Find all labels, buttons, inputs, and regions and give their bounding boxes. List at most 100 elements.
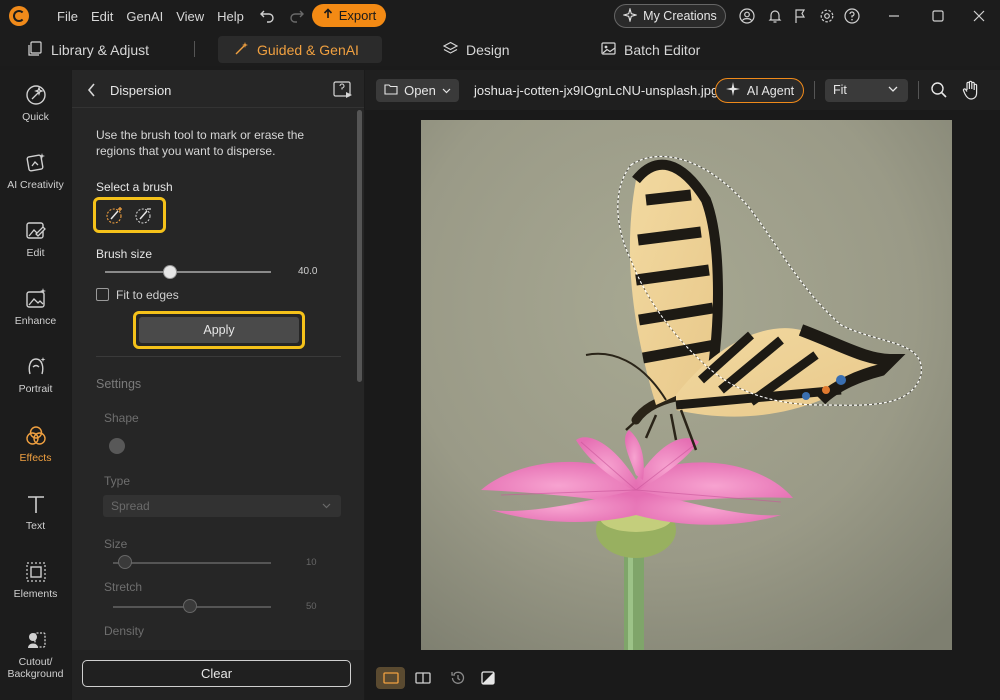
panel-scrollbar[interactable] [357, 110, 362, 382]
portrait-icon [24, 355, 48, 379]
title-bar: File Edit GenAI View Help Export My Crea… [0, 0, 1000, 32]
tab-library-adjust-label: Library & Adjust [51, 41, 150, 58]
single-view-icon[interactable] [376, 667, 405, 689]
library-icon [28, 40, 43, 59]
menu-edit[interactable]: Edit [91, 9, 113, 24]
rail-item-quick[interactable]: Quick [0, 83, 71, 123]
hand-pan-icon[interactable] [962, 80, 980, 103]
chevron-down-icon [442, 83, 451, 98]
fit-to-edges-checkbox[interactable] [96, 288, 109, 301]
export-button[interactable]: Export [312, 4, 386, 27]
layers-icon [442, 41, 459, 59]
rail-item-portrait[interactable]: Portrait [0, 355, 71, 395]
clear-button[interactable]: Clear [82, 660, 351, 687]
close-icon[interactable] [969, 6, 989, 26]
history-icon[interactable] [443, 667, 472, 689]
rail-item-label-2: Background [7, 668, 64, 680]
type-value: Spread [111, 499, 150, 513]
rail-item-label: Enhance [14, 315, 57, 327]
size-knob[interactable] [118, 555, 132, 569]
account-icon[interactable] [738, 7, 756, 25]
cutout-icon [24, 628, 48, 652]
menu-view[interactable]: View [176, 9, 204, 24]
panel-title: Dispersion [110, 83, 172, 98]
effects-icon [24, 424, 48, 448]
app-logo [9, 6, 29, 26]
menu-genai[interactable]: GenAI [126, 9, 163, 24]
brush-selector [93, 197, 166, 233]
stretch-label: Stretch [104, 580, 143, 594]
photo-canvas[interactable] [421, 120, 952, 650]
tab-divider [194, 41, 195, 57]
size-value: 10 [306, 557, 317, 568]
sparkle-icon [622, 6, 639, 25]
tab-design-label: Design [466, 41, 510, 58]
redo-icon[interactable] [289, 7, 305, 26]
minimize-icon[interactable] [884, 6, 904, 26]
zoom-select[interactable]: Fit [825, 79, 908, 102]
maximize-icon[interactable] [928, 6, 948, 26]
menu-help[interactable]: Help [217, 9, 244, 24]
enhance-icon [24, 287, 48, 311]
notification-bell-icon[interactable] [766, 7, 784, 25]
settings-heading: Settings [96, 377, 142, 391]
my-creations-label: My Creations [643, 9, 717, 23]
tab-batch-editor[interactable]: Batch Editor [601, 36, 700, 63]
open-label: Open [404, 83, 436, 98]
type-select[interactable]: Spread [103, 495, 341, 517]
help-icon[interactable] [843, 7, 861, 25]
back-chevron-icon[interactable] [86, 82, 98, 101]
open-button[interactable]: Open [376, 79, 459, 102]
folder-icon [384, 83, 398, 98]
rail-item-label: Elements [13, 588, 58, 600]
erase-brush-icon[interactable] [133, 204, 155, 226]
ai-agent-icon [725, 81, 741, 100]
settings-gear-icon[interactable] [818, 7, 836, 25]
rail-item-edit[interactable]: Edit [0, 219, 71, 259]
rail-item-effects[interactable]: Effects [0, 424, 71, 464]
tab-design[interactable]: Design [442, 36, 510, 63]
elements-icon [24, 560, 48, 584]
apply-button[interactable]: Apply [139, 317, 299, 343]
shape-circle-option[interactable] [109, 438, 125, 454]
apply-highlight: Apply [133, 311, 305, 349]
rail-item-cutout-background[interactable]: Cutout/ Background [0, 628, 71, 680]
zoom-value: Fit [833, 83, 847, 97]
instructions-line-1: Use the brush tool to mark or erase the [96, 128, 305, 142]
stretch-knob[interactable] [183, 599, 197, 613]
my-creations-button[interactable]: My Creations [614, 4, 726, 28]
tab-library-adjust[interactable]: Library & Adjust [28, 36, 149, 63]
flag-icon[interactable] [792, 7, 810, 25]
rail-item-elements[interactable]: Elements [0, 560, 71, 600]
stretch-value: 50 [306, 601, 317, 612]
brush-size-label: Brush size [96, 247, 153, 261]
rail-item-enhance[interactable]: Enhance [0, 287, 71, 327]
add-brush-icon[interactable] [104, 204, 126, 226]
menu-bar: File Edit GenAI View Help [57, 0, 257, 32]
size-label: Size [104, 537, 128, 551]
undo-icon[interactable] [259, 7, 275, 26]
before-after-icon[interactable] [473, 667, 502, 689]
brush-size-value: 40.0 [298, 266, 318, 277]
compare-view-icon[interactable] [408, 667, 437, 689]
menu-file[interactable]: File [57, 9, 78, 24]
tab-guided-genai[interactable]: Guided & GenAI [218, 36, 382, 63]
search-icon[interactable] [930, 81, 948, 102]
ai-agent-button[interactable]: AI Agent [715, 78, 804, 103]
brush-size-knob[interactable] [163, 265, 177, 279]
rail-item-text[interactable]: Text [0, 492, 71, 532]
rail-item-ai-creativity[interactable]: AI Creativity [0, 151, 71, 191]
section-divider [96, 356, 341, 357]
shape-label: Shape [104, 411, 139, 425]
tutorial-video-icon[interactable] [333, 81, 353, 102]
brush-size-slider[interactable] [105, 271, 271, 273]
rail-item-label: AI Creativity [7, 179, 64, 191]
rail-item-label: Text [25, 520, 46, 532]
fit-to-edges-label: Fit to edges [116, 288, 179, 302]
chevron-down-icon [322, 495, 331, 517]
toolbar-divider [814, 81, 815, 99]
type-label: Type [104, 474, 131, 488]
chevron-down-icon [888, 79, 898, 102]
size-slider[interactable] [113, 562, 271, 564]
text-icon [24, 492, 48, 516]
